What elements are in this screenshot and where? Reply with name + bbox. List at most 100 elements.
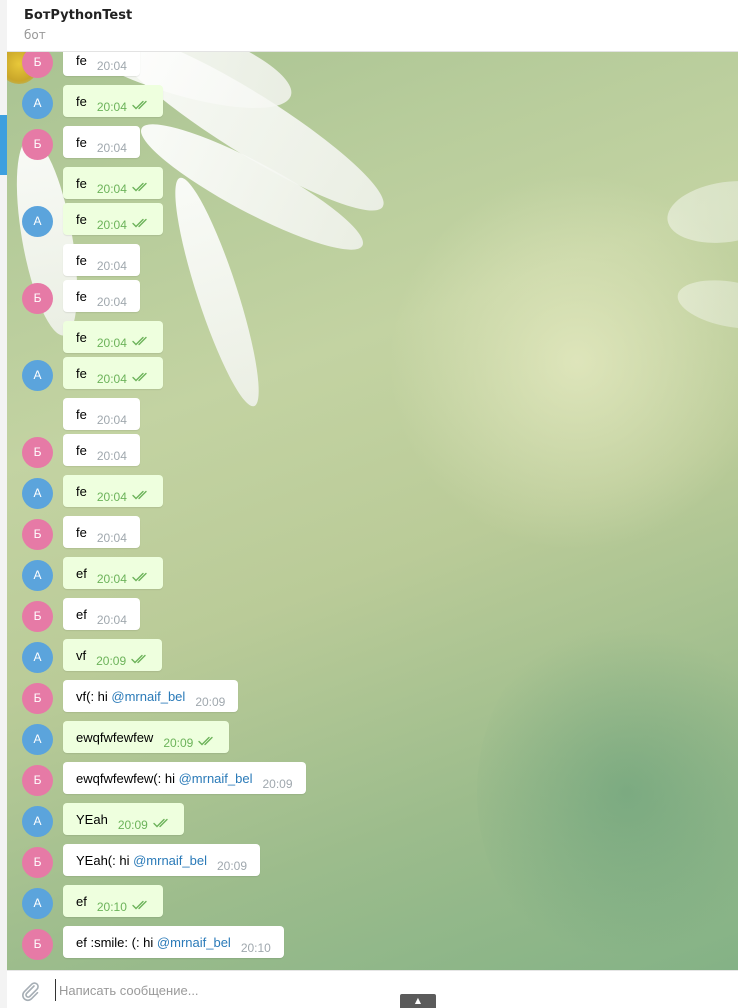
message-text: ef: [76, 566, 87, 581]
message-text: vf: [76, 648, 87, 663]
incoming-message[interactable]: fe 20:04: [63, 52, 140, 76]
outgoing-message[interactable]: fe 20:04: [63, 357, 163, 389]
message-time: 20:04: [96, 613, 127, 627]
avatar[interactable]: Б: [22, 52, 53, 78]
incoming-message[interactable]: fe 20:04: [63, 126, 140, 158]
avatar[interactable]: A: [22, 206, 53, 237]
message-text: YEah(: hi: [76, 853, 134, 868]
outgoing-message[interactable]: fe 20:04: [63, 475, 163, 507]
mention-link[interactable]: @mrnaif_bel: [179, 771, 253, 786]
message-row: Afe 20:04: [7, 85, 738, 121]
message-row: Бfe 20:04: [7, 52, 738, 80]
double-check-icon: [131, 653, 149, 668]
incoming-message[interactable]: ef 20:04: [63, 598, 140, 630]
message-text: fe: [76, 289, 87, 304]
message-composer: ▲: [7, 970, 738, 1008]
avatar[interactable]: Б: [22, 847, 53, 878]
mention-link[interactable]: @mrnaif_bel: [111, 689, 185, 704]
message-time: 20:09: [217, 859, 248, 873]
outgoing-message[interactable]: ef 20:10: [63, 885, 163, 917]
avatar[interactable]: A: [22, 360, 53, 391]
double-check-icon: [132, 181, 150, 196]
outgoing-message[interactable]: ef 20:04: [63, 557, 163, 589]
message-row: Aewqfwfewfew 20:09: [7, 721, 738, 757]
message-row: fe 20:04: [7, 321, 738, 357]
message-time: 20:04: [96, 572, 127, 586]
chat-title[interactable]: БотPythonTest: [24, 8, 132, 23]
message-row: fe 20:04: [7, 398, 738, 434]
arrow-up-icon[interactable]: ▲: [400, 994, 436, 1008]
avatar[interactable]: Б: [22, 283, 53, 314]
message-row: Avf 20:09: [7, 639, 738, 675]
message-text: fe: [76, 525, 87, 540]
message-time: 20:10: [240, 941, 271, 955]
outgoing-message[interactable]: vf 20:09: [63, 639, 163, 671]
double-check-icon: [132, 571, 150, 586]
outgoing-message[interactable]: fe 20:04: [63, 85, 163, 117]
message-row: fe 20:04: [7, 244, 738, 280]
double-check-icon: [198, 735, 216, 750]
incoming-message[interactable]: YEah(: hi @mrnaif_bel 20:09: [63, 844, 261, 876]
avatar[interactable]: Б: [22, 765, 53, 796]
outgoing-message[interactable]: fe 20:04: [63, 167, 163, 199]
double-check-icon: [132, 489, 150, 504]
chat-header[interactable]: БотPythonTest бот: [7, 0, 738, 52]
incoming-message[interactable]: ewqfwfewfew(: hi @mrnaif_bel 20:09: [63, 762, 306, 794]
message-time: 20:04: [96, 218, 127, 232]
message-row: Afe 20:04: [7, 203, 738, 239]
message-time: 20:04: [96, 141, 127, 155]
message-text: fe: [76, 253, 87, 268]
message-row: Бfe 20:04: [7, 280, 738, 316]
message-text: ef :smile: (: hi: [76, 935, 157, 950]
incoming-message[interactable]: fe 20:04: [63, 244, 140, 276]
message-text: fe: [76, 212, 87, 227]
outgoing-message[interactable]: ewqfwfewfew 20:09: [63, 721, 230, 753]
avatar[interactable]: A: [22, 642, 53, 673]
message-time: 20:09: [163, 736, 194, 750]
incoming-message[interactable]: fe 20:04: [63, 434, 140, 466]
outgoing-message[interactable]: YEah 20:09: [63, 803, 184, 835]
avatar[interactable]: A: [22, 888, 53, 919]
avatar[interactable]: A: [22, 88, 53, 119]
message-row: Aef 20:04: [7, 557, 738, 593]
incoming-message[interactable]: ef :smile: (: hi @mrnaif_bel 20:10: [63, 926, 284, 958]
message-time: 20:04: [96, 413, 127, 427]
avatar[interactable]: Б: [22, 129, 53, 160]
message-text: fe: [76, 135, 87, 150]
avatar[interactable]: A: [22, 724, 53, 755]
message-time: 20:04: [96, 295, 127, 309]
avatar[interactable]: A: [22, 806, 53, 837]
message-text: fe: [76, 53, 87, 68]
avatar[interactable]: Б: [22, 601, 53, 632]
message-row: Бfe 20:04: [7, 434, 738, 470]
incoming-message[interactable]: vf(: hi @mrnaif_bel 20:09: [63, 680, 239, 712]
avatar[interactable]: Б: [22, 929, 53, 960]
avatar[interactable]: Б: [22, 519, 53, 550]
message-time: 20:04: [96, 531, 127, 545]
outgoing-message[interactable]: fe 20:04: [63, 203, 163, 235]
message-row: Aef 20:10: [7, 885, 738, 921]
mention-link[interactable]: @mrnaif_bel: [157, 935, 231, 950]
message-input[interactable]: [55, 979, 655, 1001]
avatar[interactable]: A: [22, 560, 53, 591]
chat-subtitle: бот: [24, 28, 46, 42]
avatar[interactable]: Б: [22, 437, 53, 468]
message-time: 20:09: [262, 777, 293, 791]
outgoing-message[interactable]: fe 20:04: [63, 321, 163, 353]
avatar[interactable]: Б: [22, 683, 53, 714]
active-chat-indicator: [0, 115, 7, 175]
message-text: fe: [76, 176, 87, 191]
mention-link[interactable]: @mrnaif_bel: [133, 853, 207, 868]
double-check-icon: [153, 817, 171, 832]
incoming-message[interactable]: fe 20:04: [63, 280, 140, 312]
message-list[interactable]: Бfe 20:04 Afe 20:04 Бfe 20:04 fe 20:04 Afe 20:04 f…: [7, 52, 738, 970]
double-check-icon: [132, 371, 150, 386]
message-time: 20:09: [195, 695, 226, 709]
paperclip-icon[interactable]: [19, 980, 41, 1002]
avatar[interactable]: A: [22, 478, 53, 509]
message-row: Бewqfwfewfew(: hi @mrnaif_bel 20:09: [7, 762, 738, 798]
double-check-icon: [132, 335, 150, 350]
incoming-message[interactable]: fe 20:04: [63, 516, 140, 548]
message-time: 20:09: [117, 818, 148, 832]
incoming-message[interactable]: fe 20:04: [63, 398, 140, 430]
